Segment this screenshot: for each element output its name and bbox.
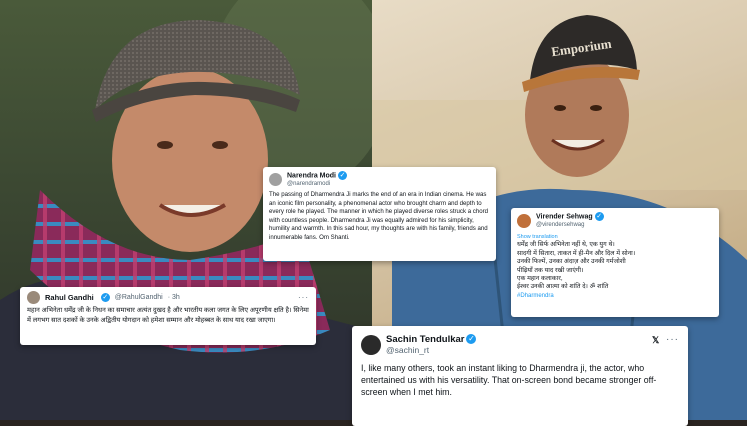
author-name[interactable]: Narendra Modi: [287, 172, 336, 179]
tweet-time[interactable]: · 3h: [168, 294, 180, 301]
author-handle[interactable]: @virendersehwag: [536, 221, 604, 229]
hashtag-link[interactable]: #Dharmendra: [517, 293, 713, 299]
tweet-card-modi[interactable]: Narendra Modi ✓ @narendramodi The passing…: [263, 167, 496, 261]
verified-icon: ✓: [466, 334, 477, 345]
more-icon[interactable]: ···: [666, 334, 679, 345]
tweet-header: Rahul Gandhi ✓ @RahulGandhi · 3h ···: [27, 291, 309, 304]
author-name[interactable]: Rahul Gandhi: [45, 293, 94, 302]
author-name[interactable]: Sachin Tendulkar: [386, 334, 464, 345]
tweet-text: महान अभिनेता धर्मेंद्र जी के निधन का समा…: [27, 307, 309, 324]
verified-icon: ✓: [594, 212, 604, 221]
author-handle[interactable]: @sachin_rt: [386, 345, 476, 356]
tweet-card-gandhi[interactable]: Rahul Gandhi ✓ @RahulGandhi · 3h ··· महा…: [20, 287, 316, 345]
avatar[interactable]: [517, 213, 531, 228]
tweet-text: I, like many others, took an instant lik…: [361, 363, 657, 397]
tweet-text: धर्मेंद्र जी सिर्फ अभिनेता नहीं थे, एक य…: [517, 241, 636, 291]
tweet-header: Virender Sehwag ✓ @virendersehwag: [517, 212, 713, 229]
tweet-text: The passing of Dharmendra Ji marks the e…: [269, 191, 489, 241]
show-translation-link[interactable]: Show translation: [517, 234, 713, 240]
tweet-card-sehwag[interactable]: Virender Sehwag ✓ @virendersehwag Show tr…: [511, 208, 719, 317]
verified-icon: ✓: [100, 293, 110, 302]
avatar[interactable]: [361, 335, 381, 355]
avatar[interactable]: [27, 291, 40, 304]
tweet-header: Sachin Tendulkar ✓ @sachin_rt ···: [361, 334, 679, 356]
tweet-header: Narendra Modi ✓ @narendramodi: [269, 171, 490, 188]
more-icon[interactable]: ···: [298, 293, 309, 302]
avatar[interactable]: [269, 173, 282, 187]
author-handle[interactable]: @narendramodi: [287, 180, 347, 188]
x-logo-icon: 𝕏: [652, 335, 660, 345]
verified-icon: ✓: [338, 171, 348, 180]
author-name[interactable]: Virender Sehwag: [536, 213, 593, 220]
author-handle[interactable]: @RahulGandhi: [115, 294, 163, 301]
tweet-card-tendulkar[interactable]: Sachin Tendulkar ✓ @sachin_rt ··· I, like…: [352, 326, 688, 426]
